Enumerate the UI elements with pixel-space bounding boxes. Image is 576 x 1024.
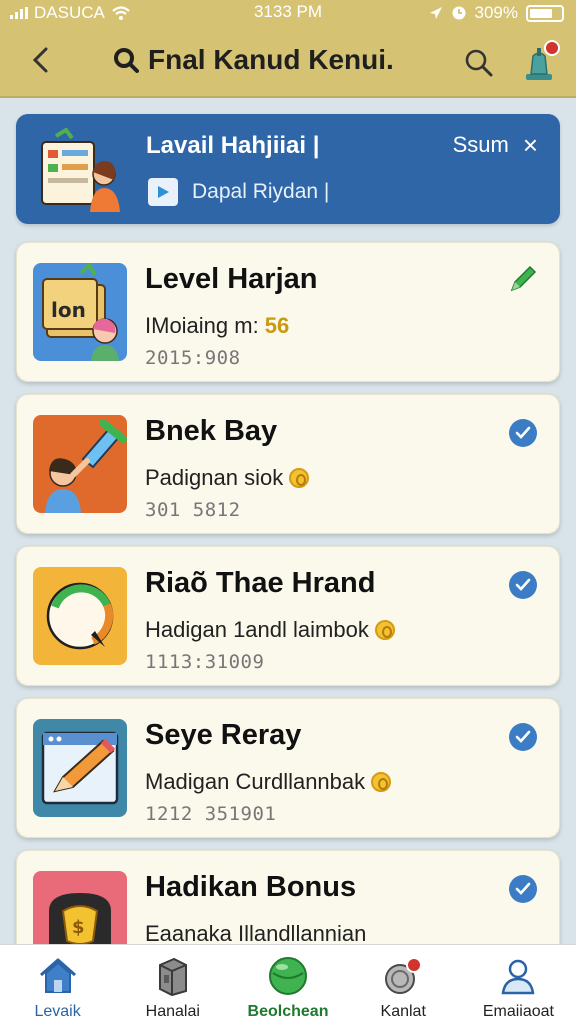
carrier-label: DASUCA <box>34 3 105 22</box>
check-icon[interactable] <box>509 419 537 447</box>
card-subtitle: Hadigan 1andl laimbok <box>145 617 395 643</box>
home-icon <box>39 958 76 993</box>
level-card[interactable]: Bnek Bay Padignan siok 301 5812 <box>16 394 560 534</box>
card-title: Hadikan Bonus <box>145 871 357 903</box>
card-meta: 1212 351901 <box>145 803 277 825</box>
thumb-label: lon <box>51 298 86 322</box>
level-card[interactable]: Seye Reray Madigan Curdllannbak 1212 351… <box>16 698 560 838</box>
coin-icon <box>374 620 395 640</box>
search-logo-icon <box>114 48 139 73</box>
alarm-icon <box>452 6 466 20</box>
card-thumbnail <box>33 415 127 513</box>
check-icon[interactable] <box>509 571 537 599</box>
battery-icon <box>526 4 564 22</box>
play-icon <box>148 178 178 206</box>
card-subtitle-text: Madigan Curdllannbak <box>145 769 366 794</box>
signal-icon <box>10 7 28 19</box>
card-thumbnail <box>33 719 127 817</box>
bottom-nav: Levaik Hanalai Beolchean Kanlat Emaiiaoa… <box>0 944 576 1024</box>
card-title: Riaõ Thae Hrand <box>145 567 376 599</box>
coin-notification-icon <box>385 957 423 994</box>
edit-button[interactable] <box>507 263 539 295</box>
card-meta: 1113:31009 <box>145 651 265 673</box>
location-icon <box>429 7 442 19</box>
ball-icon <box>269 957 307 995</box>
level-card[interactable]: lon Level Harjan IMoiaing m: 56 2015:908 <box>16 242 560 382</box>
card-subtitle-text: Hadigan 1andl laimbok <box>145 617 369 642</box>
banner-action-button[interactable]: Ssum <box>453 132 509 158</box>
coin-icon <box>289 468 310 488</box>
pencil-icon <box>510 265 537 292</box>
coin-icon <box>371 772 392 792</box>
header: Fnal Kanud Kenui. <box>0 30 576 94</box>
close-icon[interactable]: × <box>523 132 538 158</box>
nav-item-home[interactable]: Levaik <box>0 945 115 1024</box>
banner-title: Lavail Hahjiiai | <box>146 132 320 159</box>
card-meta: 301 5812 <box>145 499 241 521</box>
svg-text:$: $ <box>72 917 85 938</box>
card-title: Bnek Bay <box>145 415 278 447</box>
card-subtitle-text: IMoiaing m: <box>145 313 259 338</box>
card-subtitle: Padignan siok <box>145 465 310 491</box>
card-subtitle: Madigan Curdllannbak <box>145 769 392 795</box>
status-bar: DASUCA 3133 PM 309% <box>0 0 576 26</box>
check-icon[interactable] <box>509 875 537 903</box>
notification-button[interactable] <box>518 40 562 84</box>
level-card[interactable]: Riaõ Thae Hrand Hadigan 1andl laimbok 11… <box>16 546 560 686</box>
nav-item-coins[interactable]: Kanlat <box>346 945 461 1024</box>
nav-label: Kanlat <box>380 1003 426 1020</box>
box-icon <box>158 957 187 997</box>
check-icon[interactable] <box>509 723 537 751</box>
checklist-illustration <box>41 128 120 212</box>
page-title-text: Fnal Kanud Kenui. <box>148 44 394 75</box>
promo-banner[interactable]: Lavail Hahjiiai | Dapal Riydan | Ssum × <box>16 114 560 224</box>
card-subtitle: IMoiaing m: 56 <box>145 313 289 339</box>
back-button[interactable] <box>22 42 58 78</box>
page-title: Fnal Kanud Kenui. <box>112 44 394 76</box>
notification-badge <box>544 40 560 56</box>
card-thumbnail: lon <box>33 263 127 361</box>
card-title: Level Harjan <box>145 263 318 295</box>
nav-label: Beolchean <box>247 1003 329 1020</box>
profile-icon <box>501 959 535 995</box>
nav-label: Hanalai <box>145 1003 200 1020</box>
nav-item-profile[interactable]: Emaiiaoat <box>461 945 576 1024</box>
nav-item-box[interactable]: Hanalai <box>115 945 230 1024</box>
search-button[interactable] <box>462 46 496 80</box>
nav-label: Levaik <box>34 1003 81 1020</box>
card-title: Seye Reray <box>145 719 302 751</box>
card-subtitle-value: 56 <box>264 313 290 338</box>
card-meta: 2015:908 <box>145 347 241 369</box>
card-subtitle-text: Padignan siok <box>145 465 284 490</box>
card-thumbnail <box>33 567 127 665</box>
wifi-icon <box>112 6 130 20</box>
banner-subtitle: Dapal Riydan | <box>192 180 330 203</box>
nav-label: Emaiiaoat <box>482 1003 554 1020</box>
chevron-left-icon <box>32 47 48 73</box>
nav-item-ball[interactable]: Beolchean <box>230 945 345 1024</box>
search-icon <box>465 49 493 77</box>
top-bar: DASUCA 3133 PM 309% Fnal Kanud Kenui. <box>0 0 576 98</box>
battery-percent: 309% <box>474 3 518 22</box>
